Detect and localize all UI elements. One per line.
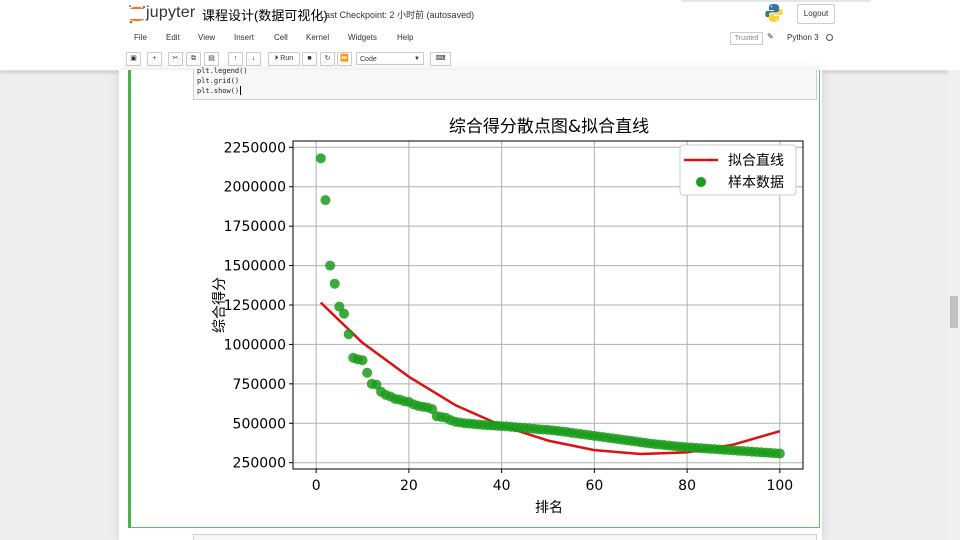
- interrupt-icon[interactable]: ■: [302, 52, 317, 66]
- scatter-point: [315, 153, 326, 164]
- scatter-point: [320, 195, 331, 206]
- legend-label-sample: 样本数据: [728, 175, 784, 191]
- scatter-point: [343, 329, 354, 340]
- y-tick-label: 250000: [233, 456, 286, 472]
- cut-icon[interactable]: ✂: [168, 52, 183, 66]
- x-tick-label: 80: [678, 478, 696, 494]
- keyboard-icon[interactable]: ⌨: [430, 52, 451, 66]
- scatter-point: [339, 308, 349, 319]
- restart-run-all-icon[interactable]: ⏩: [337, 52, 352, 66]
- y-tick-label: 2250000: [224, 140, 286, 156]
- top-edge-strip: [681, 0, 871, 2]
- notebook-title[interactable]: 课程设计(数据可视化): [202, 5, 328, 24]
- jupyter-logo-icon[interactable]: [126, 3, 148, 25]
- x-tick-label: 100: [766, 478, 793, 494]
- restart-icon[interactable]: ↻: [320, 52, 335, 66]
- legend-label-fit: 拟合直线: [728, 152, 784, 169]
- chart-title: 综合得分散点图&拟合直线: [449, 117, 649, 137]
- menu-insert[interactable]: Insert: [234, 33, 254, 42]
- paste-icon[interactable]: ▤: [204, 52, 219, 66]
- y-tick-label: 1250000: [224, 298, 286, 314]
- move-up-icon[interactable]: ↑: [228, 52, 243, 66]
- code-line: plt.legend(): [197, 67, 248, 75]
- menu-help[interactable]: Help: [397, 33, 413, 42]
- menu-cell[interactable]: Cell: [274, 33, 288, 42]
- kernel-name[interactable]: Python 3: [787, 33, 819, 42]
- y-tick-label: 500000: [233, 416, 286, 432]
- legend-dot-swatch: [696, 177, 706, 187]
- y-tick-label: 1750000: [224, 219, 286, 235]
- scatter-point: [774, 448, 785, 459]
- run-icon: ⏵: [274, 55, 279, 62]
- next-cell[interactable]: [193, 534, 817, 540]
- cell-selection-bar: [128, 70, 131, 528]
- x-tick-label: 0: [312, 478, 321, 494]
- cell-type-value: Code: [360, 56, 377, 63]
- python-logo-icon: [765, 4, 783, 22]
- x-tick-label: 40: [493, 478, 511, 494]
- y-tick-label: 1500000: [224, 259, 286, 275]
- chart-legend: 拟合直线 样本数据: [679, 144, 797, 196]
- menu-kernel[interactable]: Kernel: [306, 33, 329, 42]
- trusted-indicator[interactable]: Trusted: [730, 32, 763, 45]
- scatter-point: [357, 355, 368, 366]
- scatter-point: [362, 367, 373, 378]
- scatter-point: [329, 278, 340, 289]
- menu-edit[interactable]: Edit: [166, 33, 180, 42]
- kernel-idle-icon: [826, 34, 833, 41]
- menu-file[interactable]: File: [134, 33, 147, 42]
- code-line: plt.show(): [197, 87, 240, 95]
- code-input-area[interactable]: [193, 70, 817, 100]
- y-tick-label: 1000000: [224, 337, 286, 353]
- y-axis-label: 综合得分: [211, 277, 228, 333]
- x-tick-label: 20: [400, 478, 418, 494]
- copy-icon[interactable]: ⧉: [186, 52, 201, 66]
- menu-widgets[interactable]: Widgets: [348, 33, 377, 42]
- x-tick-label: 60: [585, 478, 603, 494]
- run-label: Run: [280, 55, 294, 62]
- x-axis-label: 排名: [535, 500, 563, 516]
- cell-type-select[interactable]: Code ▼: [356, 52, 424, 65]
- toolbar: [0, 48, 960, 71]
- insert-cell-icon[interactable]: +: [147, 52, 162, 66]
- save-icon[interactable]: ▣: [126, 52, 141, 66]
- code-line: plt.grid(): [197, 77, 240, 85]
- run-button[interactable]: ⏵ Run: [268, 52, 300, 66]
- y-tick-label: 750000: [233, 377, 286, 393]
- menu-view[interactable]: View: [198, 33, 215, 42]
- scatter-point: [325, 260, 336, 271]
- jupyter-wordmark[interactable]: jupyter: [146, 4, 195, 22]
- logout-button[interactable]: Logout: [797, 4, 835, 24]
- checkpoint-status: Last Checkpoint: 2 小时前 (autosaved): [320, 10, 475, 20]
- scrollbar-thumb[interactable]: [950, 296, 958, 328]
- y-tick-label: 2000000: [224, 180, 286, 196]
- text-cursor: [240, 86, 241, 95]
- move-down-icon[interactable]: ↓: [246, 52, 261, 66]
- edit-mode-pencil-icon: ✎: [767, 32, 774, 41]
- chevron-down-icon: ▼: [414, 56, 420, 62]
- header-bar: jupyter 课程设计(数据可视化) Last Checkpoint: 2 小…: [0, 0, 960, 28]
- scatter-chart: 综合得分散点图&拟合直线 0 20 40 60 80 100 250000 500000 750…: [211, 117, 804, 516]
